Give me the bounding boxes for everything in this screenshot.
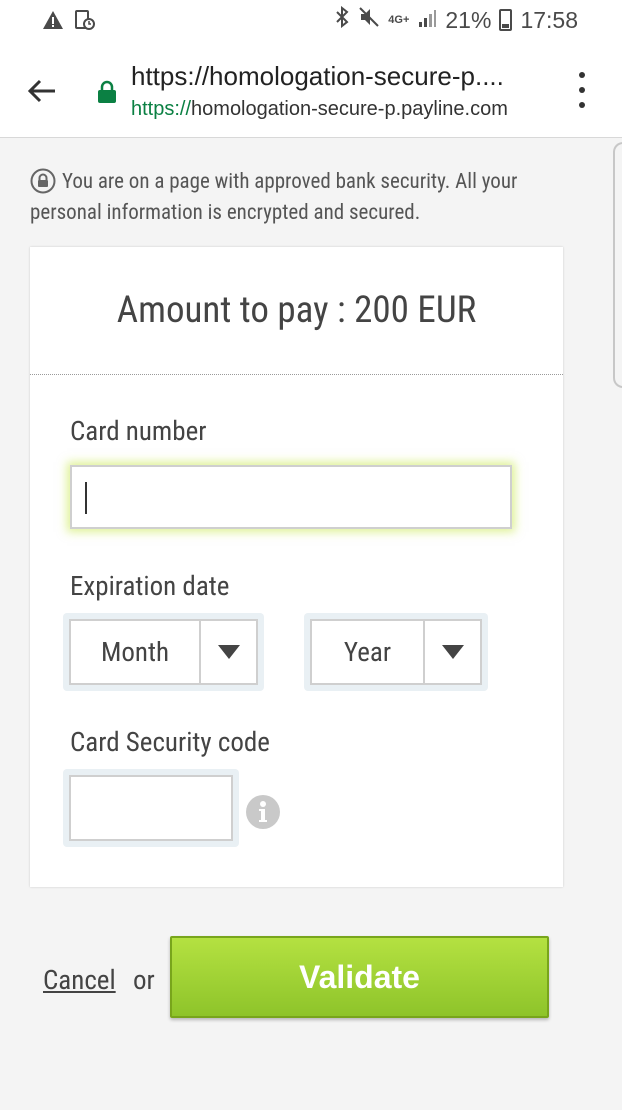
info-icon[interactable]	[245, 794, 281, 830]
browser-toolbar: https://homologation-secure-p.... https:…	[0, 44, 622, 138]
card-security-code-input[interactable]	[69, 775, 233, 841]
month-select-wrapper: Month	[63, 613, 264, 691]
card-number-label: Card number	[70, 415, 207, 447]
padlock-icon	[30, 168, 56, 194]
signal-icon	[417, 7, 437, 34]
warning-icon	[42, 10, 64, 34]
battery-percent: 21%	[445, 6, 492, 33]
4g-signal-icon: 4G+	[388, 13, 410, 26]
or-separator: or	[133, 964, 155, 996]
dropdown-arrow-icon[interactable]	[423, 621, 480, 683]
screenshot-icon	[74, 9, 96, 35]
network-type: 4G+	[388, 13, 410, 26]
dropdown-arrow-icon[interactable]	[199, 621, 256, 683]
mute-icon	[358, 6, 380, 34]
validate-button[interactable]: Validate	[170, 936, 549, 1018]
status-bar: 4G+ 21% 17:58	[0, 0, 622, 44]
year-select[interactable]: Year	[310, 619, 482, 685]
edge-panel-handle[interactable]	[613, 142, 622, 388]
year-select-wrapper: Year	[304, 613, 488, 691]
battery-icon	[499, 9, 513, 31]
security-notice: You are on a page with approved bank sec…	[30, 167, 550, 229]
expiration-date-label: Expiration date	[70, 570, 230, 602]
page-title[interactable]: https://homologation-secure-p....	[131, 61, 504, 92]
cvv-input-wrapper	[63, 769, 239, 847]
card-security-code-label: Card Security code	[70, 726, 270, 758]
clock: 17:58	[520, 6, 578, 33]
form-actions: Cancel or Validate	[0, 936, 622, 1020]
back-arrow-icon[interactable]	[25, 74, 59, 108]
security-notice-text: You are on a page with approved bank sec…	[30, 170, 518, 225]
month-select[interactable]: Month	[69, 619, 258, 685]
secure-lock-icon[interactable]	[96, 80, 118, 104]
cancel-link[interactable]: Cancel	[43, 964, 116, 996]
url-host: homologation-secure-p.payline.com	[191, 98, 508, 120]
overflow-menu-icon[interactable]	[572, 72, 592, 108]
payment-form-card: Amount to pay : 200 EUR Card number Expi…	[30, 247, 563, 887]
month-select-value: Month	[100, 636, 170, 668]
year-select-value: Year	[343, 636, 392, 668]
url-scheme: https://	[131, 98, 192, 120]
card-number-input[interactable]	[70, 465, 512, 529]
text-cursor	[85, 482, 87, 514]
amount-to-pay: Amount to pay : 200 EUR	[30, 247, 563, 375]
bluetooth-icon	[334, 5, 350, 34]
url-address[interactable]: https://homologation-secure-p.payline.co…	[131, 98, 508, 121]
